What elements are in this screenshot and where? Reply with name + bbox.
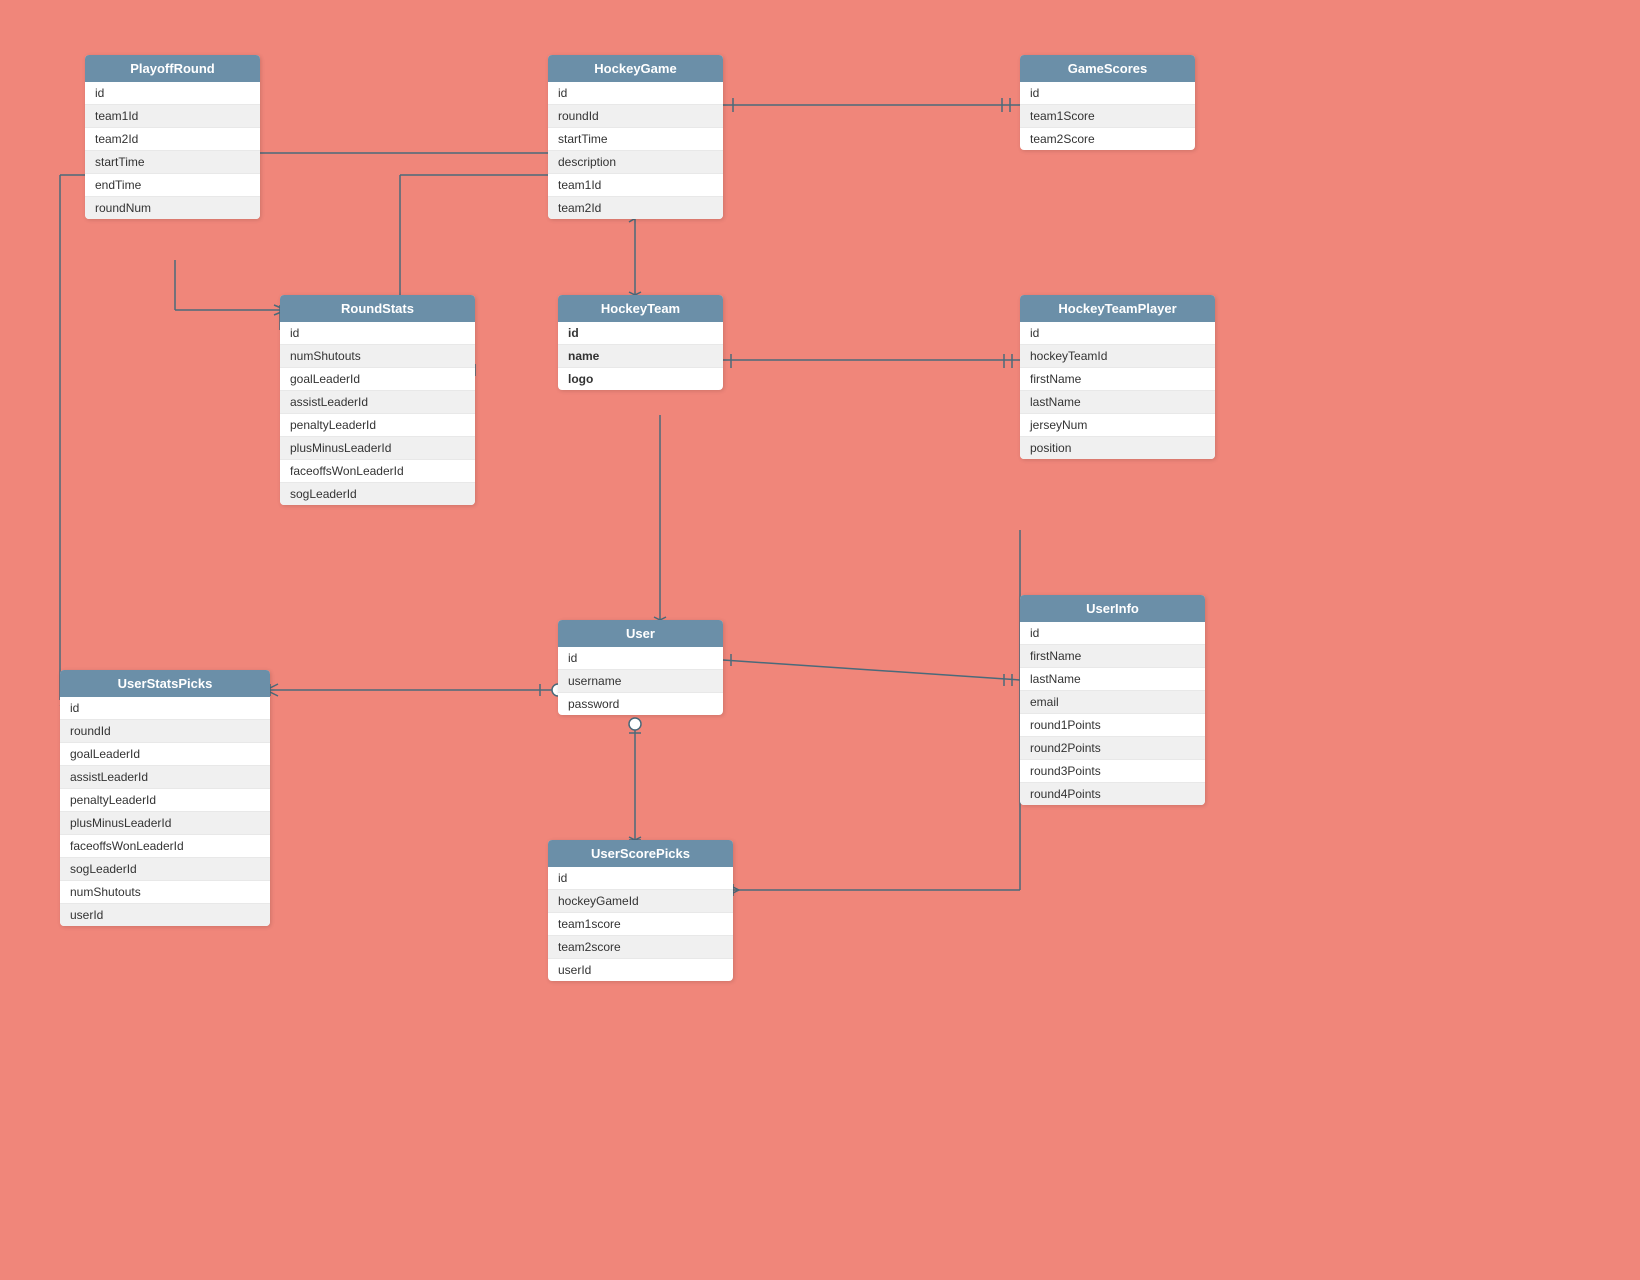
entity-field: sogLeaderId <box>280 483 475 505</box>
entity-field: hockeyTeamId <box>1020 345 1215 368</box>
entity-userscorepicks: UserScorePicksidhockeyGameIdteam1scorete… <box>548 840 733 981</box>
entity-field: password <box>558 693 723 715</box>
entity-header-userinfo: UserInfo <box>1020 595 1205 622</box>
entity-field: faceoffsWonLeaderId <box>280 460 475 483</box>
entity-field: roundNum <box>85 197 260 219</box>
entity-field: endTime <box>85 174 260 197</box>
entity-field: round3Points <box>1020 760 1205 783</box>
entity-header-userstatspicks: UserStatsPicks <box>60 670 270 697</box>
entity-field: plusMinusLeaderId <box>280 437 475 460</box>
entity-field: faceoffsWonLeaderId <box>60 835 270 858</box>
entity-field: team2Score <box>1020 128 1195 150</box>
entity-field: assistLeaderId <box>280 391 475 414</box>
entity-field: hockeyGameId <box>548 890 733 913</box>
entity-field: team2Id <box>548 197 723 219</box>
entity-userinfo: UserInfoidfirstNamelastNameemailround1Po… <box>1020 595 1205 805</box>
entity-field: id <box>548 82 723 105</box>
entity-field: team1Id <box>548 174 723 197</box>
entity-field: roundId <box>548 105 723 128</box>
entity-hockeygame: HockeyGameidroundIdstartTimedescriptiont… <box>548 55 723 219</box>
entity-field: id <box>85 82 260 105</box>
entity-field: userId <box>548 959 733 981</box>
entity-field: penaltyLeaderId <box>60 789 270 812</box>
entity-header-roundstats: RoundStats <box>280 295 475 322</box>
entity-field: team2Id <box>85 128 260 151</box>
entity-header-hockeygame: HockeyGame <box>548 55 723 82</box>
entity-field: id <box>558 322 723 345</box>
entity-header-userscorepicks: UserScorePicks <box>548 840 733 867</box>
entity-field: startTime <box>85 151 260 174</box>
entity-field: team1score <box>548 913 733 936</box>
entity-field: firstName <box>1020 645 1205 668</box>
entity-field: team1Id <box>85 105 260 128</box>
entity-field: position <box>1020 437 1215 459</box>
entity-playoffround: PlayoffRoundidteam1Idteam2IdstartTimeend… <box>85 55 260 219</box>
entity-field: id <box>548 867 733 890</box>
entity-user: Useridusernamepassword <box>558 620 723 715</box>
entity-field: penaltyLeaderId <box>280 414 475 437</box>
entity-field: userId <box>60 904 270 926</box>
entity-field: email <box>1020 691 1205 714</box>
entity-field: name <box>558 345 723 368</box>
entity-field: jerseyNum <box>1020 414 1215 437</box>
entity-field: id <box>1020 622 1205 645</box>
entity-field: plusMinusLeaderId <box>60 812 270 835</box>
entity-field: id <box>60 697 270 720</box>
erd-diagram: PlayoffRoundidteam1Idteam2IdstartTimeend… <box>0 0 1640 1280</box>
entity-gamescores: GameScoresidteam1Scoreteam2Score <box>1020 55 1195 150</box>
entity-header-hockeyteam: HockeyTeam <box>558 295 723 322</box>
entity-field: startTime <box>548 128 723 151</box>
entity-hockeyteam: HockeyTeamidnamelogo <box>558 295 723 390</box>
entity-field: numShutouts <box>60 881 270 904</box>
entity-field: assistLeaderId <box>60 766 270 789</box>
entity-field: goalLeaderId <box>60 743 270 766</box>
entity-userstatspicks: UserStatsPicksidroundIdgoalLeaderIdassis… <box>60 670 270 926</box>
entity-field: numShutouts <box>280 345 475 368</box>
entity-header-user: User <box>558 620 723 647</box>
entity-hockeyteamplayer: HockeyTeamPlayeridhockeyTeamIdfirstNamel… <box>1020 295 1215 459</box>
entity-field: id <box>1020 82 1195 105</box>
entity-field: sogLeaderId <box>60 858 270 881</box>
entity-field: roundId <box>60 720 270 743</box>
entity-header-hockeyteamplayer: HockeyTeamPlayer <box>1020 295 1215 322</box>
entity-field: username <box>558 670 723 693</box>
entity-header-playoffround: PlayoffRound <box>85 55 260 82</box>
entity-field: goalLeaderId <box>280 368 475 391</box>
entity-field: id <box>1020 322 1215 345</box>
entity-field: firstName <box>1020 368 1215 391</box>
entity-field: id <box>558 647 723 670</box>
entity-field: round4Points <box>1020 783 1205 805</box>
entity-field: lastName <box>1020 391 1215 414</box>
entity-field: team1Score <box>1020 105 1195 128</box>
entity-field: id <box>280 322 475 345</box>
entity-header-gamescores: GameScores <box>1020 55 1195 82</box>
entity-field: logo <box>558 368 723 390</box>
entity-field: round2Points <box>1020 737 1205 760</box>
entity-field: round1Points <box>1020 714 1205 737</box>
entity-field: team2score <box>548 936 733 959</box>
entity-field: lastName <box>1020 668 1205 691</box>
entity-roundstats: RoundStatsidnumShutoutsgoalLeaderIdassis… <box>280 295 475 505</box>
entity-field: description <box>548 151 723 174</box>
